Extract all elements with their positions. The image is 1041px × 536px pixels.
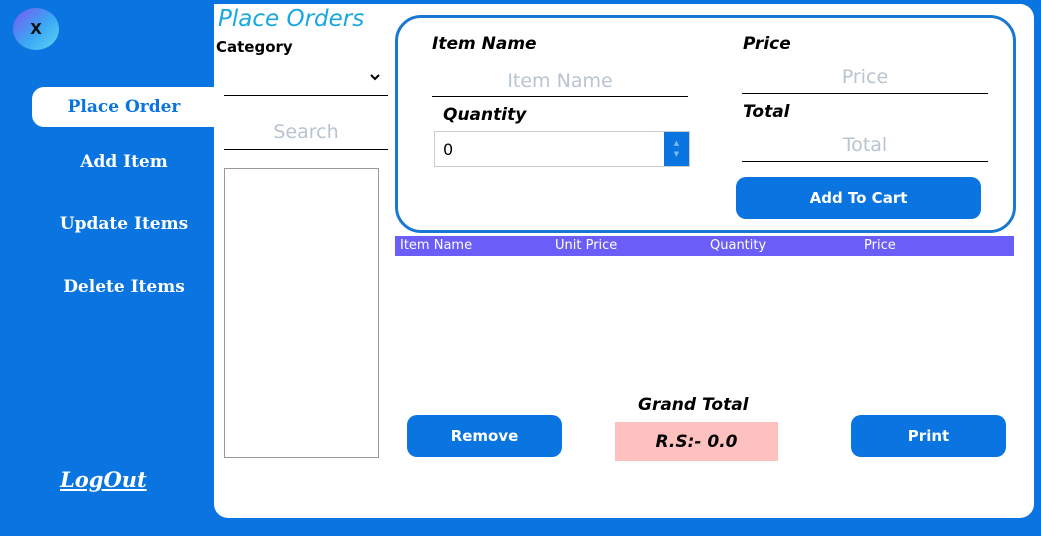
quantity-stepper[interactable]: 0 ▲ ▼ <box>434 131 690 167</box>
logout-link[interactable]: LogOut <box>60 467 147 492</box>
category-label: Category <box>216 38 293 56</box>
sidebar-item-delete-items[interactable]: Delete Items <box>32 267 216 307</box>
remove-label: Remove <box>450 427 519 445</box>
print-button[interactable]: Print <box>851 415 1006 457</box>
page-title: Place Orders <box>218 6 365 32</box>
sidebar-item-update-items[interactable]: Update Items <box>32 204 216 244</box>
chevron-down-icon <box>370 70 380 84</box>
sidebar-item-add-item[interactable]: Add Item <box>32 142 216 182</box>
main-panel: Place Orders Category Search Item Name I… <box>214 4 1034 518</box>
price-field[interactable]: Price <box>742 62 988 94</box>
sidebar-item-label: Update Items <box>59 214 189 234</box>
item-name-label: Item Name <box>432 34 537 54</box>
stepper-buttons[interactable]: ▲ ▼ <box>664 132 689 166</box>
item-listbox[interactable] <box>224 168 379 458</box>
sidebar-item-label: Add Item <box>80 152 168 172</box>
column-header: Quantity <box>710 238 767 253</box>
sidebar-item-place-order[interactable]: Place Order <box>32 87 216 127</box>
category-select[interactable] <box>224 62 388 96</box>
sidebar-item-label: Delete Items <box>63 277 185 297</box>
total-label: Total <box>743 102 790 122</box>
sidebar-item-label: Place Order <box>67 97 181 117</box>
price-label: Price <box>743 34 791 54</box>
add-to-cart-button[interactable]: Add To Cart <box>736 177 981 219</box>
grand-total-text: R.S:- 0.0 <box>655 431 738 452</box>
close-label: X <box>30 20 42 38</box>
grand-total-label: Grand Total <box>638 395 749 415</box>
column-header: Unit Price <box>555 238 618 253</box>
grand-total-value: R.S:- 0.0 <box>615 422 778 461</box>
remove-button[interactable]: Remove <box>407 415 562 457</box>
quantity-value: 0 <box>443 140 454 159</box>
order-form: Item Name Item Name Price Price Quantity… <box>395 15 1016 233</box>
search-input[interactable]: Search <box>224 116 388 150</box>
total-field[interactable]: Total <box>742 130 988 162</box>
increment-icon[interactable]: ▲ <box>674 138 679 149</box>
quantity-label: Quantity <box>443 105 527 125</box>
cart-table-header: Item Name Unit Price Quantity Price <box>395 236 1014 256</box>
close-button[interactable]: X <box>13 8 59 50</box>
add-to-cart-label: Add To Cart <box>809 189 908 207</box>
decrement-icon[interactable]: ▼ <box>674 149 679 160</box>
item-name-field[interactable]: Item Name <box>432 66 688 97</box>
print-label: Print <box>907 427 950 445</box>
column-header: Price <box>864 238 896 253</box>
column-header: Item Name <box>400 238 473 253</box>
